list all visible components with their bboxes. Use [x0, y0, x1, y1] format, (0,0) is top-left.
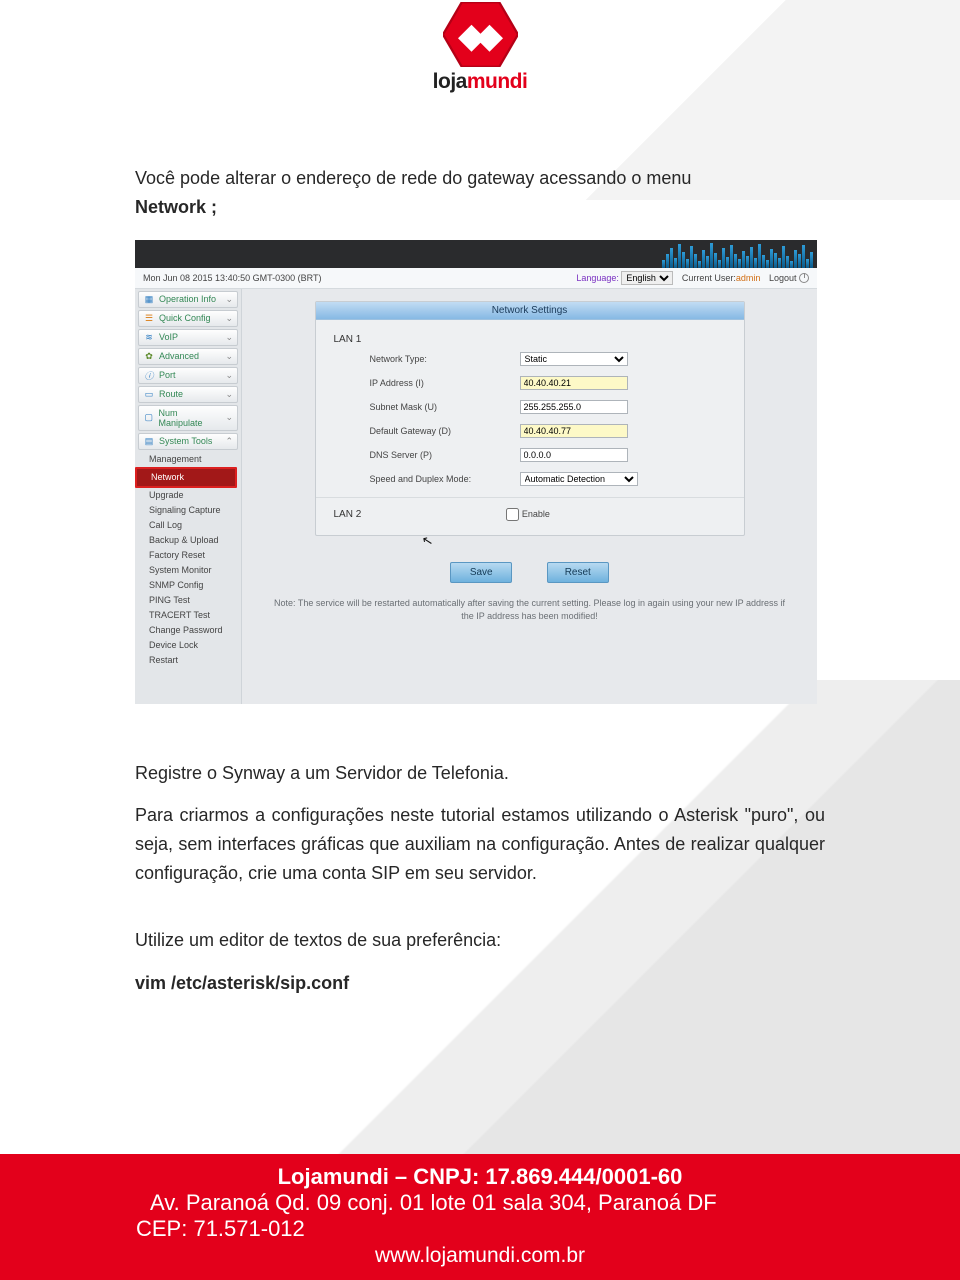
chevron-down-icon: ⌄ — [225, 412, 233, 423]
sub-device-lock[interactable]: Device Lock — [149, 638, 241, 653]
lan1-label: LAN 1 — [316, 328, 744, 347]
network-type-select[interactable]: Static — [520, 352, 628, 366]
sub-ping-test[interactable]: PING Test — [149, 593, 241, 608]
sub-network[interactable]: Network — [135, 467, 237, 488]
enable-label: Enable — [522, 508, 550, 518]
default-gateway-input[interactable] — [520, 424, 628, 438]
subnet-mask-input[interactable] — [520, 400, 628, 414]
current-user-value: admin — [736, 273, 761, 283]
power-icon[interactable] — [799, 273, 809, 283]
chevron-down-icon: ⌄ — [225, 389, 233, 400]
chevron-down-icon: ⌄ — [225, 294, 233, 305]
screenshot-network-settings: Mon Jun 08 2015 13:40:50 GMT-0300 (BRT) … — [135, 240, 817, 704]
current-user-label: Current User: — [682, 273, 736, 283]
footer-url: www.lojamundi.com.br — [0, 1244, 960, 1268]
sub-backup-upload[interactable]: Backup & Upload — [149, 533, 241, 548]
subnet-mask-label: Subnet Mask (U) — [370, 402, 520, 412]
sub-change-password[interactable]: Change Password — [149, 623, 241, 638]
sub-signaling-capture[interactable]: Signaling Capture — [149, 503, 241, 518]
brand-text: lojamundi — [0, 70, 960, 94]
lan2-enable-checkbox[interactable] — [506, 508, 519, 521]
restart-note: Note: The service will be restarted auto… — [242, 597, 817, 624]
dns-server-input[interactable] — [520, 448, 628, 462]
sidebar-item-port[interactable]: ⓘPort⌄ — [138, 367, 238, 384]
default-gateway-label: Default Gateway (D) — [370, 426, 520, 436]
hex-icon — [443, 2, 518, 67]
speed-duplex-label: Speed and Duplex Mode: — [370, 474, 520, 484]
panel-title: Network Settings — [316, 302, 744, 320]
shot-header-band — [135, 240, 817, 268]
speed-duplex-select[interactable]: Automatic Detection — [520, 472, 638, 486]
sub-upgrade[interactable]: Upgrade — [149, 488, 241, 503]
sidebar-item-voip[interactable]: ≋VoIP⌄ — [138, 329, 238, 346]
equalizer-icon — [662, 242, 813, 268]
p-vim-command: vim /etc/asterisk/sip.conf — [135, 969, 825, 998]
sub-management[interactable]: Management — [149, 452, 241, 467]
sidebar-item-quick-config[interactable]: ☰Quick Config⌄ — [138, 310, 238, 327]
sidebar-item-advanced[interactable]: ✿Advanced⌄ — [138, 348, 238, 365]
p-asterisk: Para criarmos a configurações neste tuto… — [135, 801, 825, 887]
ip-address-label: IP Address (I) — [370, 378, 520, 388]
sub-factory-reset[interactable]: Factory Reset — [149, 548, 241, 563]
sidebar-item-route[interactable]: ▭Route⌄ — [138, 386, 238, 403]
language-select[interactable]: English — [621, 271, 673, 285]
brand-logo: lojamundi — [0, 0, 960, 94]
language-link[interactable]: Language: — [576, 273, 619, 283]
footer-address: Av. Paranoá Qd. 09 conj. 01 lote 01 sala… — [0, 1190, 960, 1216]
p-editor: Utilize um editor de textos de sua prefe… — [135, 926, 825, 955]
sub-restart[interactable]: Restart — [149, 653, 241, 668]
intro-paragraph: Você pode alterar o endereço de rede do … — [135, 164, 825, 222]
network-type-label: Network Type: — [370, 354, 520, 364]
sub-snmp-config[interactable]: SNMP Config — [149, 578, 241, 593]
sidebar-item-operation-info[interactable]: ▦Operation Info⌄ — [138, 291, 238, 308]
logout-link[interactable]: Logout — [769, 273, 797, 283]
sub-tracert-test[interactable]: TRACERT Test — [149, 608, 241, 623]
lan2-label: LAN 2 — [316, 509, 362, 520]
page-footer: Lojamundi – CNPJ: 17.869.444/0001-60 Av.… — [0, 1154, 960, 1280]
p-register: Registre o Synway a um Servidor de Telef… — [135, 759, 825, 788]
footer-company: Lojamundi – CNPJ: 17.869.444/0001-60 — [0, 1164, 960, 1190]
shot-datetime: Mon Jun 08 2015 13:40:50 GMT-0300 (BRT) — [143, 273, 321, 283]
reset-button[interactable]: Reset — [547, 562, 609, 583]
sub-system-monitor[interactable]: System Monitor — [149, 563, 241, 578]
chevron-down-icon: ⌄ — [225, 332, 233, 343]
ip-address-input[interactable] — [520, 376, 628, 390]
chevron-down-icon: ⌄ — [225, 313, 233, 324]
chevron-up-icon: ⌃ — [225, 436, 233, 447]
footer-cep: CEP: 71.571-012 — [0, 1216, 960, 1242]
sidebar-item-system-tools[interactable]: ▤System Tools⌃ — [138, 433, 238, 450]
save-button[interactable]: Save — [450, 562, 512, 583]
sidebar: ▦Operation Info⌄ ☰Quick Config⌄ ≋VoIP⌄ ✿… — [135, 289, 242, 704]
sub-call-log[interactable]: Call Log — [149, 518, 241, 533]
sidebar-item-num-manipulate[interactable]: ▢Num Manipulate⌄ — [138, 405, 238, 431]
network-settings-panel: Network Settings LAN 1 Network Type:Stat… — [315, 301, 745, 536]
chevron-down-icon: ⌄ — [225, 351, 233, 362]
chevron-down-icon: ⌄ — [225, 370, 233, 381]
dns-server-label: DNS Server (P) — [370, 450, 520, 460]
